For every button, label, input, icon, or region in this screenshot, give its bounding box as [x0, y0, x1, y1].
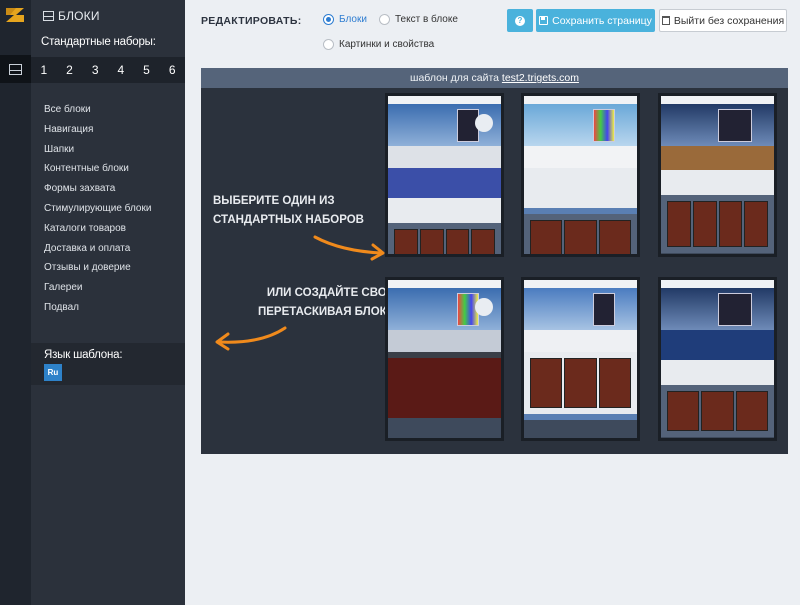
sidebar-item-forms[interactable]: Формы захвата	[44, 181, 151, 201]
hint-line: ВЫБЕРИТЕ ОДИН ИЗ	[213, 195, 335, 207]
set-button-5[interactable]: 5	[134, 57, 160, 83]
radio-text-label: Текст в блоке	[395, 14, 458, 25]
sidebar-item-footer[interactable]: Подвал	[44, 300, 151, 320]
sidebar-item-navigation[interactable]: Навигация	[44, 122, 151, 142]
radio-images-label: Картинки и свойства	[339, 39, 435, 50]
sidebar-title-label: БЛОКИ	[58, 9, 100, 23]
set-button-3[interactable]: 3	[82, 57, 108, 83]
edit-label: РЕДАКТИРОВАТЬ:	[201, 15, 302, 27]
thumb-content	[388, 198, 501, 223]
thumb-content	[524, 168, 637, 208]
radio-dot	[323, 39, 334, 50]
radio-images[interactable]: Картинки и свойства	[323, 39, 434, 50]
thumb-band	[524, 330, 637, 352]
thumb-header	[661, 96, 774, 104]
template-thumbnail-5[interactable]	[521, 277, 640, 441]
set-button-1[interactable]: 1	[31, 57, 57, 83]
thumb-hero	[524, 104, 637, 146]
arrow-icon	[313, 235, 385, 261]
thumb-content	[661, 170, 774, 195]
set-button-2[interactable]: 2	[57, 57, 83, 83]
thumb-header	[661, 280, 774, 288]
set-button-6[interactable]: 6	[159, 57, 185, 83]
thumb-products	[524, 214, 637, 254]
thumb-header	[524, 280, 637, 288]
template-thumbnail-1[interactable]	[385, 93, 504, 257]
sidebar-item-galleries[interactable]: Галереи	[44, 280, 151, 300]
radio-blocks-label: Блоки	[339, 14, 367, 25]
exit-without-saving-button[interactable]: Выйти без сохранения	[659, 9, 787, 32]
thumb-sale	[661, 330, 774, 360]
save-button-label: Сохранить страницу	[552, 14, 652, 27]
question-icon: ?	[515, 15, 525, 26]
panel-header: шаблон для сайта test2.trigets.com	[201, 68, 788, 88]
floppy-disk-icon	[539, 16, 549, 25]
template-language: Язык шаблона: Ru	[31, 343, 185, 385]
blocks-icon	[43, 11, 54, 21]
standard-sets-title: Стандартные наборы:	[41, 36, 156, 48]
thumb-band	[388, 146, 501, 168]
template-thumbnail-2[interactable]	[521, 93, 640, 257]
hint-line: СТАНДАРТНЫХ НАБОРОВ	[213, 214, 364, 226]
hint-line: ПЕРЕТАСКИВАЯ БЛОКИ	[258, 306, 395, 318]
thumb-products	[388, 223, 501, 254]
thumb-strip	[524, 414, 637, 420]
sidebar-item-all[interactable]: Все блоки	[44, 102, 151, 122]
sidebar-item-incentives[interactable]: Стимулирующие блоки	[44, 201, 151, 221]
icon-rail	[0, 0, 31, 605]
thumb-stats	[524, 146, 637, 168]
thumb-products	[661, 195, 774, 253]
sidebar-item-content[interactable]: Контентные блоки	[44, 161, 151, 181]
language-ru-button[interactable]: Ru	[44, 364, 62, 381]
thumb-products	[524, 352, 637, 414]
sidebar-item-delivery[interactable]: Доставка и оплата	[44, 241, 151, 261]
thumb-header	[388, 280, 501, 288]
arrow-icon	[215, 326, 287, 351]
thumb-sale	[388, 168, 501, 198]
thumb-hero	[661, 288, 774, 330]
thumb-content	[661, 360, 774, 385]
radio-blocks[interactable]: Блоки	[323, 14, 367, 25]
block-categories: Все блоки Навигация Шапки Контентные бло…	[44, 102, 151, 320]
thumb-products	[661, 385, 774, 437]
hint-create-own: ИЛИ СОЗДАЙТЕ СВОЙ ПЕРЕТАСКИВАЯ БЛОКИ	[258, 284, 395, 322]
trash-icon	[661, 16, 670, 25]
standard-sets-selector: 1 2 3 4 5 6	[31, 57, 185, 83]
help-button[interactable]: ?	[507, 9, 533, 32]
template-thumbnail-4[interactable]	[385, 277, 504, 441]
thumb-hero	[388, 288, 501, 330]
sidebar-item-headers[interactable]: Шапки	[44, 142, 151, 162]
thumb-header	[388, 96, 501, 104]
save-button[interactable]: Сохранить страницу	[536, 9, 655, 32]
thumb-hero	[524, 288, 637, 330]
exit-button-label: Выйти без сохранения	[673, 14, 785, 27]
hint-choose-set: ВЫБЕРИТЕ ОДИН ИЗ СТАНДАРТНЫХ НАБОРОВ	[213, 192, 364, 230]
template-thumbnail-3[interactable]	[658, 93, 777, 257]
blocks-rail-button[interactable]	[0, 55, 31, 83]
sidebar-item-reviews[interactable]: Отзывы и доверие	[44, 260, 151, 280]
sidebar-item-catalogs[interactable]: Каталоги товаров	[44, 221, 151, 241]
panel-header-prefix: шаблон для сайта	[410, 72, 502, 84]
sidebar: БЛОКИ Стандартные наборы: 1 2 3 4 5 6 Вс…	[31, 0, 185, 605]
radio-text[interactable]: Текст в блоке	[379, 14, 458, 25]
language-title: Язык шаблона:	[44, 349, 123, 361]
thumb-band	[388, 330, 501, 352]
logo-icon	[6, 8, 24, 22]
thumb-header	[524, 96, 637, 104]
thumb-hero	[661, 104, 774, 146]
template-thumbnail-6[interactable]	[658, 277, 777, 441]
site-link[interactable]: test2.trigets.com	[502, 72, 579, 84]
thumb-products-dark	[388, 358, 501, 418]
thumb-hero	[388, 104, 501, 146]
hint-line: ИЛИ СОЗДАЙТЕ СВОЙ	[266, 287, 395, 299]
thumb-band	[661, 146, 774, 170]
template-panel: шаблон для сайта test2.trigets.com ВЫБЕР…	[201, 68, 788, 454]
set-button-4[interactable]: 4	[108, 57, 134, 83]
blocks-icon	[9, 63, 22, 75]
radio-dot	[323, 14, 334, 25]
radio-dot	[379, 14, 390, 25]
sidebar-title: БЛОКИ	[43, 9, 100, 23]
